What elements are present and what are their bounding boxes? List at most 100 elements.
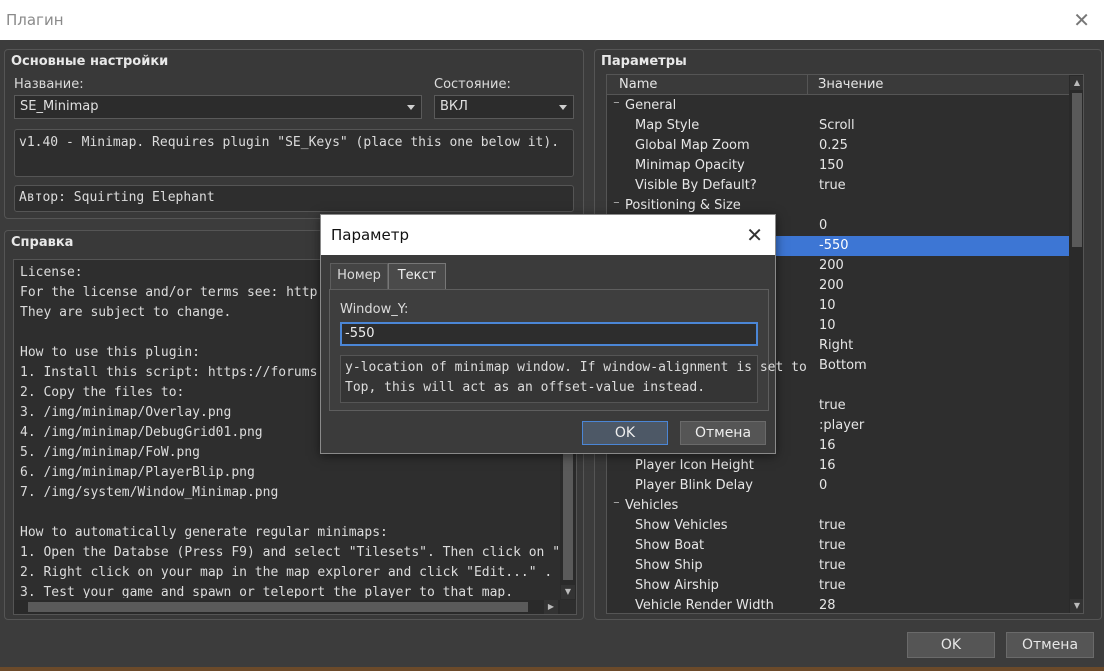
parameter-value: true [819, 538, 846, 553]
ok-button[interactable]: OK [907, 632, 995, 658]
dialog-ok-button[interactable]: OK [582, 421, 668, 445]
cancel-button[interactable]: Отмена [1006, 632, 1094, 658]
parameter-row[interactable]: Show Boat true [607, 536, 1071, 556]
dialog-cancel-button[interactable]: Отмена [680, 421, 766, 445]
help-line [20, 503, 554, 523]
parameter-dialog: Параметр ✕ Номер Текст Window_Y: -550 y-… [320, 214, 807, 454]
help-line: 6. /img/minimap/PlayerBlip.png [20, 465, 255, 480]
chevron-down-icon [407, 105, 415, 110]
parameter-value: 150 [819, 158, 844, 173]
plugin-name-value: SE_Minimap [20, 99, 99, 114]
column-header-value[interactable]: Значение [818, 77, 883, 92]
parameter-name: Show Airship [635, 578, 719, 593]
scroll-right-icon[interactable]: ▶ [544, 600, 558, 614]
parameter-row[interactable]: Player Blink Delay 0 [607, 476, 1071, 496]
parameter-group-row[interactable]: ⁻ Vehicles [607, 496, 1071, 516]
status-value: ВКЛ [440, 99, 468, 114]
parameter-row[interactable]: Map Style Scroll [607, 116, 1071, 136]
parameter-row[interactable]: Visible By Default? true [607, 176, 1071, 196]
parameter-row[interactable]: Vehicle Render Width 28 [607, 596, 1071, 613]
parameter-value-input[interactable]: -550 [340, 322, 758, 346]
tab-number[interactable]: Номер [330, 263, 388, 289]
parameter-name: Player Icon Height [635, 458, 754, 473]
parameter-value: 200 [819, 278, 844, 293]
parameter-row[interactable]: Show Airship true [607, 576, 1071, 596]
parameter-row[interactable]: Show Ship true [607, 556, 1071, 576]
name-label: Название: [14, 77, 84, 92]
parameter-value: 10 [819, 318, 836, 333]
parameter-value: Bottom [819, 358, 867, 373]
parameter-name: Show Ship [635, 558, 703, 573]
scroll-down-icon[interactable]: ▼ [1070, 599, 1083, 613]
parameter-value: true [819, 398, 846, 413]
tab-text-pane: Window_Y: -550 y-location of minimap win… [329, 289, 807, 411]
plugin-author: Автор: Squirting Elephant [14, 185, 574, 212]
help-hscroll-thumb[interactable] [28, 602, 528, 612]
parameter-value: -550 [819, 238, 849, 253]
parameter-name: Global Map Zoom [635, 138, 750, 153]
parameters-table-header: Name Значение [607, 75, 1071, 95]
parameter-row[interactable]: Minimap Opacity 150 [607, 156, 1071, 176]
help-horizontal-scrollbar[interactable]: ▶ [14, 600, 560, 614]
parameter-row[interactable]: Global Map Zoom 0.25 [607, 136, 1071, 156]
parameter-name: Player Blink Delay [635, 478, 753, 493]
minus-icon[interactable]: ⁻ [613, 96, 620, 116]
parameter-row[interactable]: Player Icon Height 16 [607, 456, 1071, 476]
parameter-name: Vehicles [625, 498, 679, 513]
background-strip-bottom [0, 667, 1104, 671]
column-header-name[interactable]: Name [619, 77, 657, 92]
parameter-value: 200 [819, 258, 844, 273]
help-line: 7. /img/system/Window_Minimap.png [20, 485, 279, 500]
help-line: 2. Right click on your map in the map ex… [20, 565, 553, 580]
plugin-name-select[interactable]: SE_Minimap [14, 95, 422, 119]
help-line: 1. Open the Databse (Press F9) and selec… [20, 545, 560, 560]
parameter-name: General [625, 98, 677, 113]
parameter-name: Vehicle Render Width [635, 598, 774, 613]
parameter-name: Show Boat [635, 538, 705, 553]
close-icon[interactable]: ✕ [1073, 0, 1090, 40]
parameter-name: Map Style [635, 118, 700, 133]
parameter-name: Minimap Opacity [635, 158, 745, 173]
parameter-value: true [819, 558, 846, 573]
dialog-titlebar: Параметр ✕ [321, 215, 775, 255]
status-select[interactable]: ВКЛ [434, 95, 574, 119]
dialog-title: Параметр [331, 226, 409, 244]
parameter-value: Right [819, 338, 854, 353]
parameter-value: 28 [819, 598, 836, 613]
scroll-up-icon[interactable]: ▲ [1070, 76, 1083, 90]
parameter-value: 0.25 [819, 138, 848, 153]
parameters-vertical-scrollbar[interactable]: ▲ ▼ [1069, 75, 1083, 613]
parameter-value: true [819, 578, 846, 593]
parameter-value: true [819, 518, 846, 533]
parameter-value: true [819, 178, 846, 193]
chevron-down-icon [559, 105, 567, 110]
window-titlebar: Плагин ✕ [0, 0, 1104, 40]
parameter-value: 16 [819, 438, 836, 453]
basic-settings-group: Основные настройки Название: SE_Minimap … [4, 49, 584, 219]
parameter-group-row[interactable]: ⁻ General [607, 96, 1071, 116]
parameter-name: Show Vehicles [635, 518, 728, 533]
plugin-description: v1.40 - Minimap. Requires plugin "SE_Key… [14, 129, 574, 177]
parameter-value: 0 [819, 218, 828, 233]
help-line: How to automatically generate regular mi… [20, 525, 388, 540]
parameter-row[interactable]: Show Vehicles true [607, 516, 1071, 536]
close-icon[interactable]: ✕ [746, 215, 763, 255]
minus-icon[interactable]: ⁻ [613, 196, 620, 216]
window-title: Плагин [6, 11, 64, 29]
parameter-value: 10 [819, 298, 836, 313]
parameter-description: y-location of minimap window. If window-… [340, 355, 807, 403]
status-label: Состояние: [434, 77, 511, 92]
minus-icon[interactable]: ⁻ [613, 496, 620, 516]
parameter-value: 0 [819, 478, 828, 493]
tab-text[interactable]: Текст [388, 263, 446, 289]
parameter-value: 16 [819, 458, 836, 473]
help-title: Справка [11, 235, 74, 250]
help-line: 3. Test your game and spawn or teleport … [20, 585, 514, 598]
parameters-title: Параметры [601, 54, 687, 69]
parameter-name: Positioning & Size [625, 198, 741, 213]
parameter-group-row[interactable]: ⁻ Positioning & Size [607, 196, 1071, 216]
parameters-vscroll-thumb[interactable] [1072, 93, 1082, 247]
basic-settings-title: Основные настройки [11, 54, 169, 69]
scroll-down-icon[interactable]: ▼ [561, 585, 575, 599]
parameter-name: Visible By Default? [635, 178, 757, 193]
